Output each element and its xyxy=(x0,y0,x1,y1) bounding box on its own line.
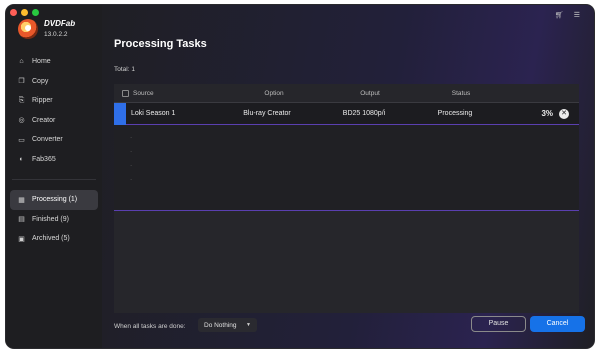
ripper-icon: ⎘ xyxy=(18,96,25,104)
after-tasks-value: Do Nothing xyxy=(204,321,237,329)
sidebar-item-label: Creator xyxy=(32,116,56,124)
log-line: · xyxy=(130,148,133,155)
home-icon: ⌂ xyxy=(19,58,24,66)
creator-icon: ◎ xyxy=(18,117,25,125)
log-line: · xyxy=(130,134,133,141)
processing-icon: ▦ xyxy=(18,196,25,204)
brand-name: DVDFab xyxy=(44,19,76,29)
row-progress-indicator xyxy=(114,102,126,125)
task-source: Loki Season 1 xyxy=(131,110,176,117)
sidebar-item-label: Finished (9) xyxy=(32,215,69,223)
app-version: 13.0.2.2 xyxy=(44,30,68,38)
after-tasks-label: When all tasks are done: xyxy=(114,323,186,330)
sidebar-item-label: Ripper xyxy=(32,97,53,105)
finished-icon: ▤ xyxy=(18,216,25,224)
after-tasks-select[interactable]: Do Nothing ▼ xyxy=(198,318,257,332)
log-line: · xyxy=(130,176,133,183)
log-line: · xyxy=(130,162,133,169)
pause-button[interactable]: Pause xyxy=(471,316,526,332)
task-output[interactable]: BD25 1080p/i xyxy=(313,110,415,117)
chevron-down-icon: ▼ xyxy=(246,322,251,328)
task-log: · · · · xyxy=(114,125,579,211)
dvdfab-logo-icon xyxy=(18,19,38,39)
table-header: Source Option Output Status xyxy=(114,84,579,103)
sidebar-item-processing[interactable]: ▦ Processing (1) xyxy=(10,190,98,210)
menu-icon[interactable]: ☰ xyxy=(574,11,580,19)
sidebar-item-label: Processing (1) xyxy=(32,196,78,204)
minimize-window-button[interactable] xyxy=(21,9,28,16)
brand: DVDFab 13.0.2.2 xyxy=(18,19,75,39)
sidebar-nav: ⌂ Home ❐ Copy ⎘ Ripper ◎ Creator ▭ Conve… xyxy=(6,52,102,249)
sidebar-item-label: Home xyxy=(32,58,51,66)
sidebar-item-label: Converter xyxy=(32,136,63,144)
sidebar-item-copy[interactable]: ❐ Copy xyxy=(6,72,102,92)
column-source: Source xyxy=(133,89,154,97)
zoom-window-button[interactable] xyxy=(32,9,39,16)
sidebar-item-ripper[interactable]: ⎘ Ripper xyxy=(6,91,102,111)
fab365-icon: ◐ xyxy=(19,155,24,163)
sidebar: DVDFab 13.0.2.2 ⌂ Home ❐ Copy ⎘ Ripper ◎… xyxy=(6,5,102,348)
sidebar-item-label: Copy xyxy=(32,77,49,85)
cart-icon[interactable]: 🛒︎ xyxy=(555,11,564,19)
cancel-button[interactable]: Cancel xyxy=(530,316,585,332)
sidebar-item-label: Archived (5) xyxy=(32,235,70,243)
task-progress: 3% xyxy=(541,109,553,118)
copy-icon: ❐ xyxy=(18,78,25,86)
window-controls xyxy=(10,9,39,16)
app-window: DVDFab 13.0.2.2 ⌂ Home ❐ Copy ⎘ Ripper ◎… xyxy=(6,5,594,348)
select-all-checkbox[interactable] xyxy=(122,89,129,97)
sidebar-item-label: Fab365 xyxy=(32,155,56,163)
table-row[interactable]: Loki Season 1 Blu-ray Creator BD25 1080p… xyxy=(114,102,579,125)
converter-icon: ▭ xyxy=(18,136,25,144)
task-total: Total: 1 xyxy=(114,66,135,73)
sidebar-item-creator[interactable]: ◎ Creator xyxy=(6,111,102,131)
page-title: Processing Tasks xyxy=(114,38,207,50)
task-status: Processing xyxy=(437,110,473,117)
close-window-button[interactable] xyxy=(10,9,17,16)
sidebar-item-finished[interactable]: ▤ Finished (9) xyxy=(6,210,102,230)
sidebar-item-home[interactable]: ⌂ Home xyxy=(6,52,102,72)
column-status: Status xyxy=(451,89,471,97)
column-output: Output xyxy=(360,89,380,97)
remove-task-button[interactable]: ✕ xyxy=(559,109,569,119)
sidebar-item-archived[interactable]: ▣ Archived (5) xyxy=(6,229,102,249)
archived-icon: ▣ xyxy=(18,235,25,243)
sidebar-item-fab365[interactable]: ◐ Fab365 xyxy=(6,150,102,170)
main-panel: 🛒︎ ☰ Processing Tasks Total: 1 Source Op… xyxy=(102,5,594,348)
sidebar-divider xyxy=(12,179,96,180)
task-option: Blu-ray Creator xyxy=(243,110,291,117)
task-table: Source Option Output Status Loki Season … xyxy=(114,84,579,313)
top-toolbar: 🛒︎ ☰ xyxy=(555,11,580,19)
sidebar-item-converter[interactable]: ▭ Converter xyxy=(6,130,102,150)
column-option: Option xyxy=(264,89,284,97)
